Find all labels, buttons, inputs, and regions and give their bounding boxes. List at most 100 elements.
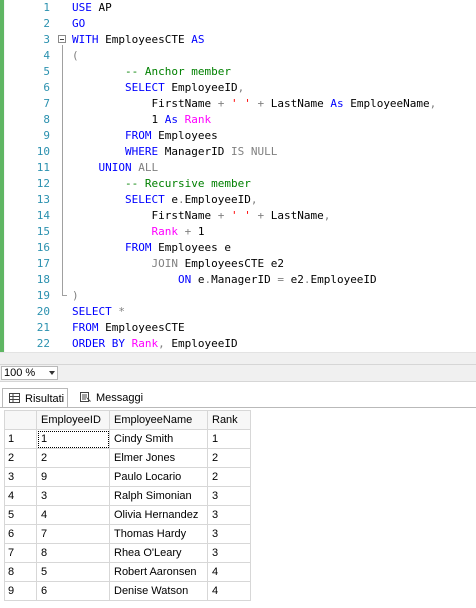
code-token: , <box>158 337 165 350</box>
employeeid-cell[interactable]: 3 <box>36 486 110 506</box>
employeename-cell[interactable]: Thomas Hardy <box>109 524 208 544</box>
employeename-cell[interactable]: Paulo Locario <box>109 467 208 487</box>
employeename-cell[interactable]: Rhea O'Leary <box>109 543 208 563</box>
tab-results[interactable]: Risultati <box>2 388 68 408</box>
column-header-employeeid[interactable]: EmployeeID <box>36 410 110 430</box>
rank-cell[interactable]: 4 <box>207 562 251 582</box>
rank-cell[interactable]: 2 <box>207 467 251 487</box>
rank-cell[interactable]: 3 <box>207 505 251 525</box>
table-row[interactable]: 6 7 Thomas Hardy 3 <box>4 524 251 544</box>
code-line[interactable]: 16 FROM Employees e <box>0 240 476 256</box>
code-line[interactable]: 8 1 As Rank <box>0 112 476 128</box>
employeename-cell[interactable]: Ralph Simonian <box>109 486 208 506</box>
row-number-cell[interactable]: 2 <box>4 448 37 468</box>
zoom-value: 100 % <box>4 367 36 379</box>
row-number-cell[interactable]: 1 <box>4 429 37 449</box>
employeeid-cell[interactable]: 6 <box>36 581 110 601</box>
employeeid-cell[interactable]: 7 <box>36 524 110 544</box>
code-text: WHERE ManagerID IS NULL <box>72 144 277 160</box>
code-token: SELECT <box>124 193 165 206</box>
code-line[interactable]: 17 JOIN EmployeesCTE e2 <box>0 256 476 272</box>
code-line[interactable]: 9 FROM Employees <box>0 128 476 144</box>
code-text: FROM Employees e <box>72 240 231 256</box>
code-token: -- Recursive member <box>124 177 251 190</box>
employeename-cell[interactable]: Denise Watson <box>109 581 208 601</box>
code-line[interactable]: 10 WHERE ManagerID IS NULL <box>0 144 476 160</box>
row-number-cell[interactable]: 5 <box>4 505 37 525</box>
employeeid-cell[interactable]: 8 <box>36 543 110 563</box>
rank-cell[interactable]: 3 <box>207 543 251 563</box>
code-line[interactable]: 14 FirstName + ' ' + LastName, <box>0 208 476 224</box>
horizontal-scrollbar[interactable] <box>0 352 476 364</box>
table-row[interactable]: 4 3 Ralph Simonian 3 <box>4 486 251 506</box>
employeename-cell[interactable]: Robert Aaronsen <box>109 562 208 582</box>
code-line[interactable]: 21 FROM EmployeesCTE <box>0 320 476 336</box>
table-row[interactable]: 8 5 Robert Aaronsen 4 <box>4 562 251 582</box>
code-line[interactable]: 18 ON e.ManagerID = e2.EmployeeID <box>0 272 476 288</box>
rank-cell[interactable]: 2 <box>207 448 251 468</box>
code-line[interactable]: 4( <box>0 48 476 64</box>
code-token: 1 <box>151 113 165 126</box>
row-number-cell[interactable]: 4 <box>4 486 37 506</box>
rank-cell[interactable]: 4 <box>207 581 251 601</box>
messages-icon <box>80 392 91 402</box>
zoom-select[interactable]: 100 % <box>1 366 58 380</box>
employeename-cell[interactable]: Elmer Jones <box>109 448 208 468</box>
table-row[interactable]: 7 8 Rhea O'Leary 3 <box>4 543 251 563</box>
results-grid[interactable]: EmployeeID EmployeeName Rank 1 1 Cindy Smi… <box>0 408 476 608</box>
code-line[interactable]: 13 SELECT e.EmployeeID, <box>0 192 476 208</box>
rank-cell[interactable]: 1 <box>207 429 251 449</box>
code-text: GO <box>72 16 85 32</box>
code-line[interactable]: 5 -- Anchor member <box>0 64 476 80</box>
code-line[interactable]: 19) <box>0 288 476 304</box>
line-number: 6 <box>43 81 50 94</box>
row-number-cell[interactable]: 6 <box>4 524 37 544</box>
table-row[interactable]: 2 2 Elmer Jones 2 <box>4 448 251 468</box>
table-row[interactable]: 5 4 Olivia Hernandez 3 <box>4 505 251 525</box>
employeeid-cell[interactable]: 5 <box>36 562 110 582</box>
code-line[interactable]: 7 FirstName + ' ' + LastName As Employee… <box>0 96 476 112</box>
row-number-cell[interactable]: 7 <box>4 543 37 563</box>
code-line[interactable]: 12 -- Recursive member <box>0 176 476 192</box>
table-row[interactable]: 1 1 Cindy Smith 1 <box>4 429 251 449</box>
collapse-region-icon[interactable] <box>58 35 66 43</box>
column-header-employeename[interactable]: EmployeeName <box>109 410 208 430</box>
fold-guide-line <box>62 45 63 295</box>
row-number-cell[interactable]: 9 <box>4 581 37 601</box>
table-row[interactable]: 9 6 Denise Watson 4 <box>4 581 251 601</box>
rank-cell[interactable]: 3 <box>207 524 251 544</box>
code-line[interactable]: 6 SELECT EmployeeID, <box>0 80 476 96</box>
code-text: ON e.ManagerID = e2.EmployeeID <box>72 272 377 288</box>
employeeid-cell[interactable]: 9 <box>36 467 110 487</box>
code-line[interactable]: 11 UNION ALL <box>0 160 476 176</box>
code-line[interactable]: 1 USE AP <box>0 0 476 16</box>
chevron-down-icon[interactable] <box>49 371 55 375</box>
code-token: AS <box>191 33 205 46</box>
line-number: 18 <box>36 273 50 286</box>
code-text: FirstName + ' ' + LastName As EmployeeNa… <box>72 96 436 112</box>
employeeid-cell[interactable]: 1 <box>36 429 110 449</box>
column-header-rank[interactable]: Rank <box>207 410 251 430</box>
employeename-cell[interactable]: Cindy Smith <box>109 429 208 449</box>
row-number-cell[interactable]: 8 <box>4 562 37 582</box>
code-line[interactable]: 2 GO <box>0 16 476 32</box>
code-line[interactable]: 22 ORDER BY Rank, EmployeeID <box>0 336 476 352</box>
employeename-cell[interactable]: Olivia Hernandez <box>109 505 208 525</box>
code-line[interactable]: 15 Rank + 1 <box>0 224 476 240</box>
line-number: 20 <box>36 305 50 318</box>
rank-cell[interactable]: 3 <box>207 486 251 506</box>
sql-editor[interactable]: 1 USE AP 2 GO 3 WITH EmployeesCTE AS 4(5 -- An… <box>0 0 476 364</box>
code-line[interactable]: 20 SELECT * <box>0 304 476 320</box>
code-line[interactable]: 3 WITH EmployeesCTE AS <box>0 32 476 48</box>
code-text: -- Anchor member <box>72 64 231 80</box>
employeeid-cell[interactable]: 4 <box>36 505 110 525</box>
row-number-cell[interactable]: 3 <box>4 467 37 487</box>
table-row[interactable]: 3 9 Paulo Locario 2 <box>4 467 251 487</box>
tab-messages[interactable]: Messaggi <box>74 388 154 408</box>
employeeid-cell[interactable]: 2 <box>36 448 110 468</box>
column-header-rownum[interactable] <box>4 410 37 430</box>
